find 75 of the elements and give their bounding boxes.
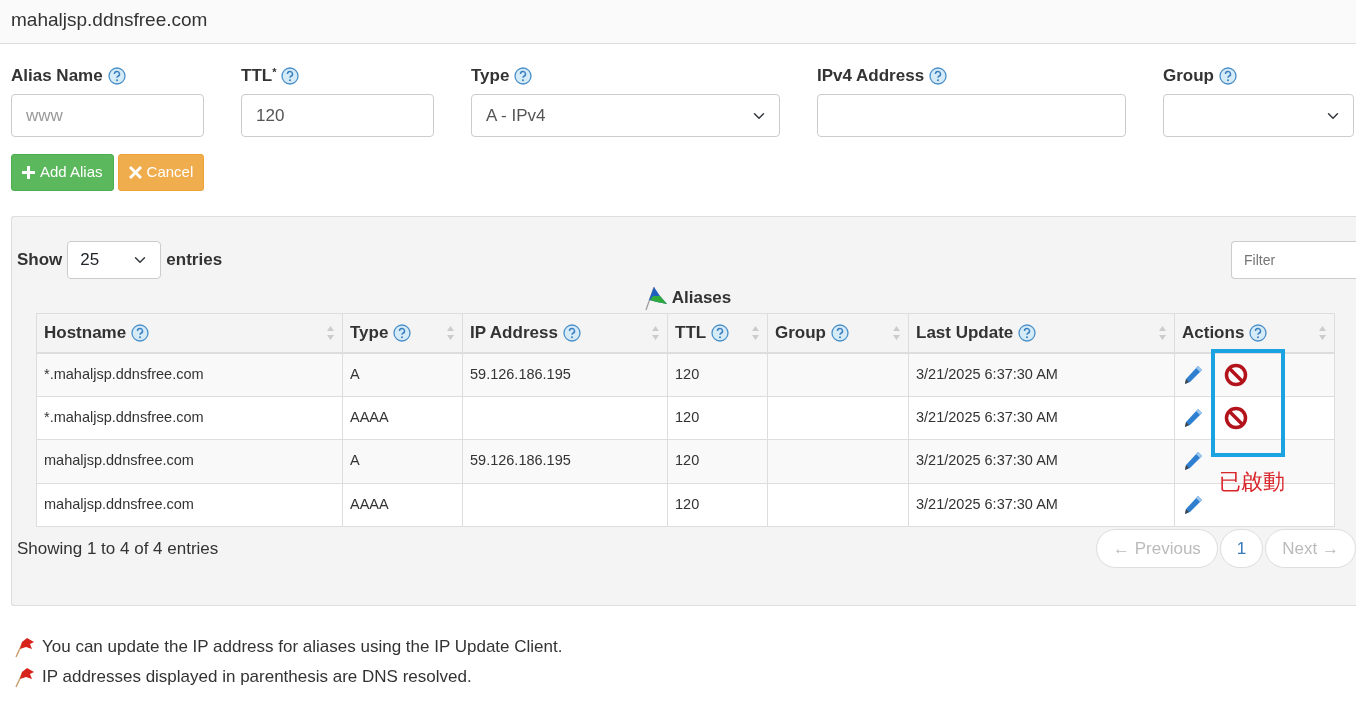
blocked-icon[interactable] bbox=[1224, 405, 1248, 430]
column-header[interactable]: Last Update bbox=[908, 313, 1175, 353]
table-cell: 3/21/2025 6:37:30 AM bbox=[908, 396, 1175, 440]
table-info: Showing 1 to 4 of 4 entries bbox=[17, 537, 219, 560]
table-cell: mahaljsp.ddnsfree.com bbox=[36, 439, 343, 483]
table-cell: mahaljsp.ddnsfree.com bbox=[36, 483, 343, 527]
field-label: TTL$^{*}$ bbox=[241, 64, 277, 88]
field-label: Type bbox=[471, 65, 510, 88]
select-field[interactable]: A - IPv4 bbox=[471, 94, 780, 137]
table-cell: 3/21/2025 6:37:30 AM bbox=[908, 483, 1175, 527]
close-icon bbox=[128, 166, 142, 179]
note-text: IP addresses displayed in parenthesis are DNS resolved. bbox=[42, 666, 472, 689]
table-cell: 59.126.186.195 bbox=[462, 439, 668, 483]
sort-icon bbox=[892, 324, 901, 341]
page-button[interactable]: 1 bbox=[1219, 529, 1264, 568]
sort-icon bbox=[1318, 324, 1327, 341]
table-cell: 59.126.186.195 bbox=[462, 352, 668, 396]
sort-icon bbox=[326, 324, 335, 341]
plus-icon bbox=[22, 166, 35, 179]
table-cell: AAAA bbox=[342, 396, 463, 440]
help-icon bbox=[562, 323, 581, 342]
field-label: Alias Name bbox=[11, 65, 103, 88]
column-header[interactable]: Hostname bbox=[36, 313, 343, 353]
filter-field[interactable]: Filter bbox=[1231, 241, 1356, 279]
input-field[interactable] bbox=[817, 94, 1126, 137]
table-cell: A bbox=[342, 439, 463, 483]
pencil-icon[interactable] bbox=[1182, 450, 1204, 473]
column-header[interactable]: Type bbox=[342, 313, 463, 353]
sort-icon bbox=[751, 324, 760, 341]
pencil-icon[interactable] bbox=[1182, 406, 1204, 429]
table-cell: *.mahaljsp.ddnsfree.com bbox=[36, 396, 343, 440]
sort-icon bbox=[1158, 324, 1167, 341]
sort-icon bbox=[651, 324, 660, 341]
table-cell: 120 bbox=[667, 439, 768, 483]
pin-flag-icon bbox=[14, 666, 36, 688]
help-icon bbox=[1018, 323, 1037, 342]
help-icon bbox=[393, 323, 412, 342]
annotation-label: 已啟動 bbox=[1219, 468, 1285, 496]
entries-label: entries bbox=[166, 249, 223, 272]
table-title: Aliases bbox=[671, 287, 732, 310]
help-icon bbox=[107, 67, 126, 85]
help-icon bbox=[1219, 67, 1237, 85]
help-icon bbox=[711, 323, 730, 342]
column-header[interactable]: TTL bbox=[667, 313, 768, 353]
help-icon bbox=[929, 67, 948, 85]
note-text: You can update the IP address for aliases using the IP Update Client. bbox=[42, 636, 563, 659]
help-icon bbox=[281, 67, 300, 85]
table-cell: 120 bbox=[667, 352, 768, 396]
pin-flag-icon bbox=[14, 636, 36, 658]
select-field[interactable] bbox=[1163, 94, 1354, 137]
field-label: Group bbox=[1163, 65, 1214, 88]
sort-icon bbox=[446, 324, 455, 341]
help-icon bbox=[131, 323, 150, 342]
pencil-icon[interactable] bbox=[1182, 493, 1204, 516]
pencil-icon[interactable] bbox=[1182, 363, 1204, 386]
help-icon bbox=[1249, 323, 1268, 342]
field-label: IPv4 Address bbox=[817, 65, 925, 88]
input-field[interactable]: www bbox=[11, 94, 204, 137]
table-cell: 3/21/2025 6:37:30 AM bbox=[908, 352, 1175, 396]
table-cell: 120 bbox=[667, 396, 768, 440]
column-header[interactable]: IP Address bbox=[462, 313, 668, 353]
table-cell: AAAA bbox=[342, 483, 463, 527]
help-icon bbox=[831, 323, 849, 342]
table-cell: 120 bbox=[667, 483, 768, 527]
column-header[interactable]: Actions bbox=[1174, 313, 1335, 353]
page-title: mahaljsp.ddnsfree.com bbox=[0, 0, 1356, 44]
table-cell: A bbox=[342, 352, 463, 396]
table-cell: *.mahaljsp.ddnsfree.com bbox=[36, 352, 343, 396]
blocked-icon[interactable] bbox=[1224, 362, 1248, 387]
show-label: Show bbox=[17, 249, 63, 272]
page-length-select[interactable]: 25 bbox=[67, 241, 162, 279]
table-cell: 3/21/2025 6:37:30 AM bbox=[908, 439, 1175, 483]
input-field[interactable]: 120 bbox=[241, 94, 434, 137]
column-header[interactable]: Group bbox=[767, 313, 909, 353]
help-icon bbox=[514, 67, 533, 85]
